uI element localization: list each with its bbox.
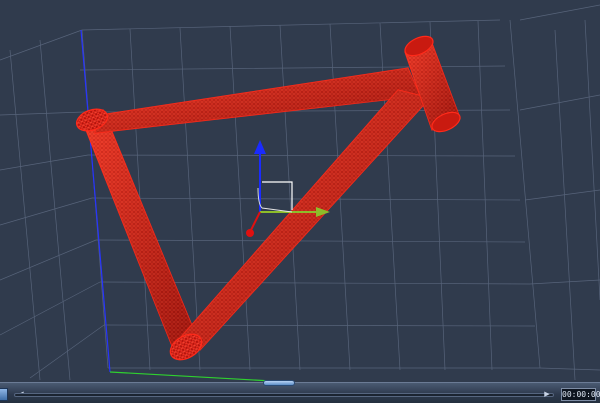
scene-canvas[interactable] <box>0 0 600 382</box>
timeline-scrub-handle[interactable] <box>263 380 295 386</box>
viewport-grid <box>0 4 600 381</box>
timeline-track[interactable] <box>14 393 554 397</box>
time-readout: 00:00:00 <box>561 388 600 401</box>
timeline-bar: ◀ ▶ 00:00:00 <box>0 380 600 403</box>
3d-viewport[interactable] <box>0 0 600 382</box>
y-axis-line <box>80 29 111 373</box>
play-icon[interactable] <box>0 388 8 401</box>
step-forward-icon[interactable]: ▶ <box>543 390 551 399</box>
